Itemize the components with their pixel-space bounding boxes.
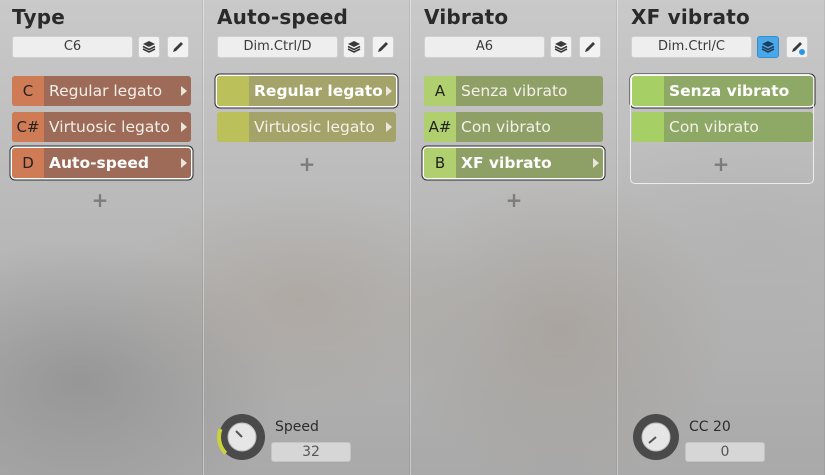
column-title: Vibrato (424, 5, 509, 29)
slot-key (217, 76, 249, 106)
knob-icon (217, 414, 265, 460)
slot-xf-vibrato[interactable]: B XF vibrato (424, 148, 603, 178)
keyswitch-field[interactable]: Dim.Ctrl/C (631, 36, 752, 58)
add-slot-button[interactable]: + (90, 190, 110, 210)
keyswitch-field[interactable]: Dim.Ctrl/D (217, 36, 338, 58)
layers-icon (347, 41, 361, 53)
edit-button[interactable] (372, 36, 394, 58)
column-title: Type (12, 5, 65, 29)
chevron-right-icon[interactable] (386, 122, 392, 132)
knob-value-field[interactable]: 0 (685, 442, 765, 462)
slot-virtuosic-legato[interactable]: Virtuosic legato (217, 112, 396, 142)
slot-auto-speed[interactable]: D Auto-speed (12, 148, 191, 178)
slot-label: Virtuosic legato (254, 118, 375, 136)
slot-key (217, 112, 249, 142)
slot-regular-legato[interactable]: C Regular legato (12, 76, 191, 106)
slot-senza-vibrato[interactable]: A Senza vibrato (424, 76, 603, 106)
slot-virtuosic-legato[interactable]: C# Virtuosic legato (12, 112, 191, 142)
slot-key: B (424, 148, 456, 178)
edit-button[interactable] (167, 36, 189, 58)
column-vibrato: Vibrato A6 A Senza vibrato A# Con vibrat… (412, 0, 618, 475)
chevron-right-icon[interactable] (181, 122, 187, 132)
slot-label: Regular legato (49, 82, 163, 100)
layers-button[interactable] (138, 36, 160, 58)
knob-caption: Speed (275, 419, 319, 435)
slot-key: A# (424, 112, 456, 142)
keyswitch-field[interactable]: C6 (12, 36, 133, 58)
slot-label: Senza vibrato (461, 82, 568, 100)
slot-label: Auto-speed (49, 154, 149, 172)
layers-icon (761, 41, 775, 53)
slot-label: Regular legato (254, 82, 383, 100)
layers-button[interactable] (343, 36, 365, 58)
slot-key: C# (12, 112, 44, 142)
speed-knob[interactable] (217, 412, 267, 462)
column-title: XF vibrato (631, 5, 750, 29)
chevron-right-icon[interactable] (593, 158, 599, 168)
modified-indicator-icon (799, 49, 805, 55)
knob-value-field[interactable]: 32 (271, 442, 351, 462)
edit-button[interactable] (579, 36, 601, 58)
slot-label: XF vibrato (461, 154, 552, 172)
slot-key: C (12, 76, 44, 106)
layers-icon (142, 41, 156, 53)
column-xf-vibrato: XF vibrato Dim.Ctrl/C Senza vibrato Con … (619, 0, 825, 475)
edit-button[interactable] (786, 36, 808, 58)
pencil-icon (378, 42, 388, 52)
cc20-knob[interactable] (631, 412, 681, 462)
chevron-right-icon[interactable] (181, 158, 187, 168)
pencil-icon (173, 42, 183, 52)
layers-icon (554, 41, 568, 53)
add-slot-button[interactable]: + (504, 190, 524, 210)
column-title: Auto-speed (217, 5, 348, 29)
pencil-icon (585, 42, 595, 52)
knob-caption: CC 20 (689, 419, 731, 435)
slot-key: D (12, 148, 44, 178)
chevron-right-icon[interactable] (386, 86, 392, 96)
chevron-right-icon[interactable] (181, 86, 187, 96)
slot-con-vibrato[interactable]: A# Con vibrato (424, 112, 603, 142)
slot-regular-legato[interactable]: Regular legato (217, 76, 396, 106)
slot-label: Con vibrato (461, 118, 551, 136)
column-type: Type C6 C Regular legato C# Virtuosic le… (0, 0, 204, 475)
keyswitch-field[interactable]: A6 (424, 36, 545, 58)
knob-icon (633, 414, 679, 460)
add-slot-button[interactable]: + (297, 154, 317, 174)
layers-button[interactable] (757, 36, 779, 58)
selected-group-frame (630, 74, 814, 184)
slot-label: Virtuosic legato (49, 118, 170, 136)
layers-button[interactable] (550, 36, 572, 58)
slot-key: A (424, 76, 456, 106)
column-auto-speed: Auto-speed Dim.Ctrl/D Regular legato Vir… (205, 0, 411, 475)
